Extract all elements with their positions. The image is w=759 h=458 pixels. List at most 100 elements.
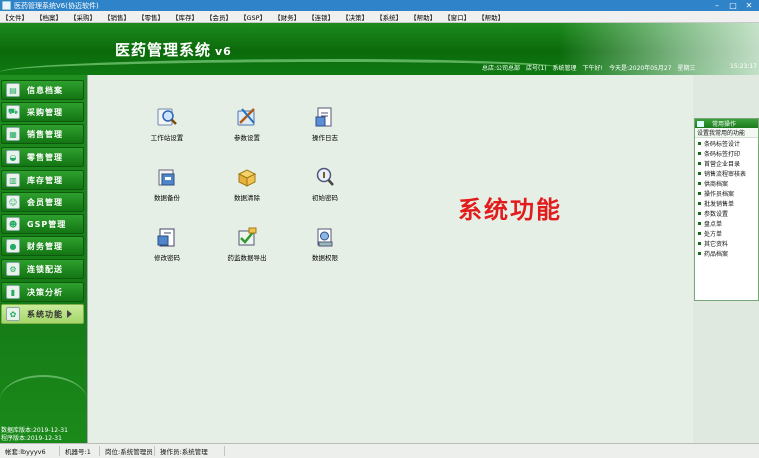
panel-icon [697, 120, 704, 127]
status-operator: 系统管理 [552, 65, 577, 72]
warehouse-icon: ▥ [6, 173, 20, 187]
bullet-icon [698, 241, 701, 245]
sidebar-item-label: 采购管理 [27, 107, 63, 117]
tile-label: 修改密码 [154, 254, 180, 262]
tile-parameter-settings[interactable]: 参数设置 [215, 105, 279, 151]
tile-label: 数据备份 [154, 194, 180, 202]
quick-actions-title: 常用操作 [712, 121, 737, 128]
menu-archive[interactable]: 【档案】 [36, 12, 62, 22]
window-title-bar: 医药管理系统V6(协迈软件) – □ ✕ [0, 0, 759, 11]
menu-system[interactable]: 【系统】 [376, 12, 402, 22]
basket-icon: ◒ [6, 150, 20, 164]
menu-bar: 【文件】 【档案】 【采购】 【销售】 【零售】 【库存】 【会员】 【GSP】… [0, 11, 759, 23]
tile-data-permissions[interactable]: 数据权限 [293, 225, 357, 271]
sidebar-item-label: 零售管理 [27, 152, 63, 162]
maximize-button[interactable]: □ [725, 0, 741, 11]
app-version: v6 [215, 45, 232, 58]
menu-finance[interactable]: 【财务】 [274, 12, 300, 22]
quick-action-label: 操作员档案 [704, 190, 735, 198]
sidebar-item-retail[interactable]: ◒ 零售管理 [1, 147, 84, 167]
sidebar-item-info-archive[interactable]: ▤ 信息档案 [1, 80, 84, 100]
quick-action-item[interactable]: 盘点单 [695, 218, 758, 228]
quick-actions-panel: 常用操作 设置我常用的功能 条码标签设计 条码标签打印 首营企业目录 销售流程审… [694, 118, 759, 301]
sidebar-item-label: 会员管理 [27, 197, 63, 207]
sidebar-item-label: 销售管理 [27, 129, 63, 139]
quick-action-item[interactable]: 批发销售单 [695, 198, 758, 208]
sidebar-item-label: 连锁配送 [27, 264, 63, 274]
window-controls: – □ ✕ [709, 0, 757, 11]
log-icon [315, 107, 332, 127]
sidebar-item-chain[interactable]: ⚙ 连锁配送 [1, 259, 84, 279]
quick-action-item[interactable]: 操作员档案 [695, 188, 758, 198]
tile-workstation-settings[interactable]: 工作站设置 [135, 105, 199, 151]
sidebar-item-sales[interactable]: ▦ 销售管理 [1, 124, 84, 144]
tile-initial-password[interactable]: 初始密码 [293, 165, 357, 211]
people-icon: ☻ [6, 217, 20, 231]
quick-action-label: 盘点单 [704, 220, 723, 228]
menu-retail[interactable]: 【零售】 [138, 12, 164, 22]
menu-decision[interactable]: 【决策】 [342, 12, 368, 22]
quick-actions-header: 常用操作 [695, 119, 758, 128]
menu-chain[interactable]: 【连锁】 [308, 12, 334, 22]
quick-action-item[interactable]: 参数设置 [695, 208, 758, 218]
minimize-button[interactable]: – [709, 0, 725, 11]
tile-operation-log[interactable]: 操作日志 [293, 105, 357, 151]
menu-sales[interactable]: 【销售】 [104, 12, 130, 22]
quick-action-label: 其它资料 [704, 240, 729, 248]
app-name-text: 医药管理系统 [115, 41, 212, 59]
sidebar-item-decision[interactable]: ▮ 决策分析 [1, 282, 84, 302]
program-version: 程序版本:2019-12-31 [1, 435, 62, 442]
menu-window[interactable]: 【窗口】 [444, 12, 470, 22]
sidebar-item-finance[interactable]: ● 财务管理 [1, 236, 84, 256]
status-greeting: 下午好! [582, 65, 603, 72]
quick-action-item[interactable]: 条码标签设计 [695, 138, 758, 148]
main-content: 工作站设置 参数设置 操作日志 数据备份 数据清除 初始密码 修改密码 药监数据… [87, 75, 693, 443]
quick-action-item[interactable]: 药品档案 [695, 248, 758, 258]
tile-label: 参数设置 [234, 134, 260, 142]
status-company: 总店:公司总部 [482, 65, 521, 72]
workstation-search-icon [157, 108, 177, 126]
bullet-icon [698, 191, 701, 195]
quick-action-label: 销售流程审核表 [704, 170, 747, 178]
close-button[interactable]: ✕ [741, 0, 757, 11]
chain-icon: ⚙ [6, 262, 20, 276]
tile-export-regulatory-data[interactable]: 药监数据导出 [215, 225, 279, 271]
quick-action-item[interactable]: 首营企业目录 [695, 158, 758, 168]
bullet-icon [698, 151, 701, 155]
tools-icon [237, 108, 255, 126]
sidebar-item-purchase[interactable]: ⛟ 采购管理 [1, 102, 84, 122]
tile-label: 初始密码 [312, 194, 338, 202]
window-title: 医药管理系统V6(协迈软件) [14, 1, 99, 10]
bullet-icon [698, 251, 701, 255]
sidebar-item-label: 决策分析 [27, 287, 63, 297]
status-position: 岗位:系统管理员 [100, 446, 155, 456]
menu-file[interactable]: 【文件】 [2, 12, 28, 22]
menu-inventory[interactable]: 【库存】 [172, 12, 198, 22]
tile-data-backup[interactable]: 数据备份 [135, 165, 199, 211]
quick-action-label: 处方单 [704, 230, 723, 238]
menu-member[interactable]: 【会员】 [206, 12, 232, 22]
menu-purchase[interactable]: 【采购】 [70, 12, 96, 22]
quick-action-item[interactable]: 销售流程审核表 [695, 168, 758, 178]
bullet-icon [698, 181, 701, 185]
quick-actions-configure[interactable]: 设置我常用的功能 [695, 128, 758, 138]
edit-password-icon [157, 228, 175, 247]
sidebar-item-system[interactable]: ✿ 系统功能 [1, 304, 84, 324]
menu-help-1[interactable]: 【帮助】 [410, 12, 436, 22]
quick-actions-configure-label: 设置我常用的功能 [697, 130, 746, 137]
quick-action-item[interactable]: 条码标签打印 [695, 148, 758, 158]
sidebar-item-inventory[interactable]: ▥ 库存管理 [1, 170, 84, 190]
header-banner: 医药管理系统 v6 总店:公司总部 店号(1) 系统管理 下午好! 今天是:202… [0, 23, 759, 75]
permission-icon [317, 228, 333, 247]
sidebar-item-gsp[interactable]: ☻ GSP管理 [1, 214, 84, 234]
tile-data-clear[interactable]: 数据清除 [215, 165, 279, 211]
tile-change-password[interactable]: 修改密码 [135, 225, 199, 271]
menu-gsp[interactable]: 【GSP】 [240, 12, 266, 22]
quick-action-item[interactable]: 其它资料 [695, 238, 758, 248]
backup-icon [158, 169, 175, 186]
quick-action-item[interactable]: 供商档案 [695, 178, 758, 188]
status-weekday: 星期三 [677, 65, 696, 72]
sidebar-item-member[interactable]: ☺ 会员管理 [1, 192, 84, 212]
menu-help-2[interactable]: 【帮助】 [478, 12, 504, 22]
quick-action-item[interactable]: 处方单 [695, 228, 758, 238]
